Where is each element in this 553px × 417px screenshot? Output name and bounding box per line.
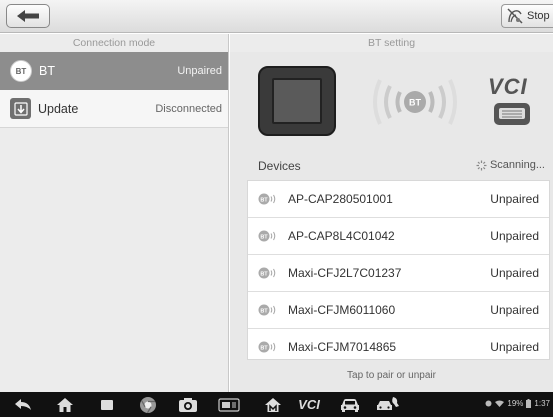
- bluetooth-icon: BT: [10, 60, 32, 82]
- scanning-label: Scanning...: [489, 159, 545, 171]
- scanning-status: Scanning...: [476, 159, 545, 171]
- device-status: Unpaired: [490, 340, 539, 354]
- device-list[interactable]: BT AP-CAP280501001 Unpaired BT AP-CAP8L4C010…: [247, 180, 550, 360]
- top-toolbar: Stop: [0, 0, 553, 33]
- back-arrow-icon: [17, 10, 39, 22]
- device-name: Maxi-CFJ2L7C01237: [288, 266, 402, 280]
- device-name: Maxi-CFJM7014865: [288, 340, 397, 354]
- vci-icon[interactable]: VCI: [292, 395, 326, 414]
- car-icon[interactable]: [338, 395, 362, 414]
- devices-header: Devices Scanning...: [230, 156, 553, 176]
- mode-name: BT: [39, 64, 55, 78]
- tablet-icon: [258, 66, 336, 136]
- screen-icon[interactable]: [217, 395, 241, 414]
- maxisys-home-icon[interactable]: [262, 395, 284, 414]
- stop-icon: [507, 8, 523, 24]
- stop-button[interactable]: Stop: [501, 4, 553, 28]
- update-icon: [10, 98, 31, 119]
- camera-icon[interactable]: [177, 395, 199, 414]
- home-icon[interactable]: [54, 395, 76, 414]
- battery-text: 19%: [507, 399, 524, 408]
- bt-device-icon: BT: [258, 304, 278, 316]
- signal-text: BT: [409, 98, 421, 108]
- back-icon[interactable]: [12, 395, 34, 414]
- mode-item-update[interactable]: Update Disconnected: [0, 90, 228, 128]
- mode-item-bt[interactable]: BT BT Unpaired: [0, 52, 228, 90]
- device-status: Unpaired: [490, 192, 539, 206]
- device-status: Unpaired: [490, 229, 539, 243]
- device-status: Unpaired: [490, 266, 539, 280]
- svg-text:BT: BT: [260, 197, 268, 203]
- mode-name: Update: [38, 101, 79, 116]
- device-row[interactable]: BT Maxi-CFJ2L7C01237 Unpaired: [248, 255, 549, 292]
- connection-mode-list: BT BT Unpaired Update Disconnected: [0, 52, 229, 392]
- bt-device-icon: BT: [258, 230, 278, 242]
- bt-setting-header: BT setting: [230, 34, 553, 52]
- pair-hint: Tap to pair or unpair: [347, 370, 436, 381]
- device-row[interactable]: BT AP-CAP280501001 Unpaired: [248, 181, 549, 218]
- svg-text:BT: BT: [260, 345, 268, 351]
- status-area: 19% 1:37: [485, 399, 550, 408]
- connection-illustration: BT VCI: [230, 52, 553, 152]
- bluetooth-signal-icon: BT: [373, 79, 457, 125]
- chrome-icon[interactable]: [137, 395, 159, 414]
- devices-label: Devices: [258, 159, 301, 173]
- device-row[interactable]: BT Maxi-CFJM6011060 Unpaired: [248, 292, 549, 329]
- svg-text:BT: BT: [260, 234, 268, 240]
- vci-device-icon: VCI: [488, 74, 540, 136]
- bt-device-icon: BT: [258, 267, 278, 279]
- device-status: Unpaired: [490, 303, 539, 317]
- system-navbar: VCI 19% 1:37: [0, 392, 553, 417]
- car-service-icon[interactable]: [375, 395, 401, 414]
- recent-apps-icon[interactable]: [96, 395, 118, 414]
- vci-label: VCI: [488, 74, 528, 99]
- clock: 1:37: [534, 399, 550, 408]
- bt-device-icon: BT: [258, 193, 278, 205]
- spinner-icon: [476, 160, 487, 170]
- bt-setting-panel: BT VCI Devices Scanning... BT AP-CAP2805…: [230, 52, 553, 392]
- bt-device-icon: BT: [258, 341, 278, 353]
- back-button[interactable]: [6, 4, 50, 28]
- mode-status: Unpaired: [177, 65, 222, 77]
- device-name: AP-CAP280501001: [288, 192, 393, 206]
- wifi-icon: [495, 400, 505, 407]
- stop-label: Stop: [527, 10, 550, 22]
- device-row[interactable]: BT Maxi-CFJM7014865 Unpaired: [248, 329, 549, 359]
- mode-status: Disconnected: [155, 102, 222, 115]
- device-row[interactable]: BT AP-CAP8L4C01042 Unpaired: [248, 218, 549, 255]
- device-name: Maxi-CFJM6011060: [288, 303, 396, 317]
- location-icon: [485, 400, 492, 407]
- device-name: AP-CAP8L4C01042: [288, 229, 395, 243]
- svg-text:BT: BT: [260, 308, 268, 314]
- svg-text:BT: BT: [260, 271, 268, 277]
- battery-icon: [526, 399, 532, 408]
- connection-mode-header: Connection mode: [0, 34, 229, 52]
